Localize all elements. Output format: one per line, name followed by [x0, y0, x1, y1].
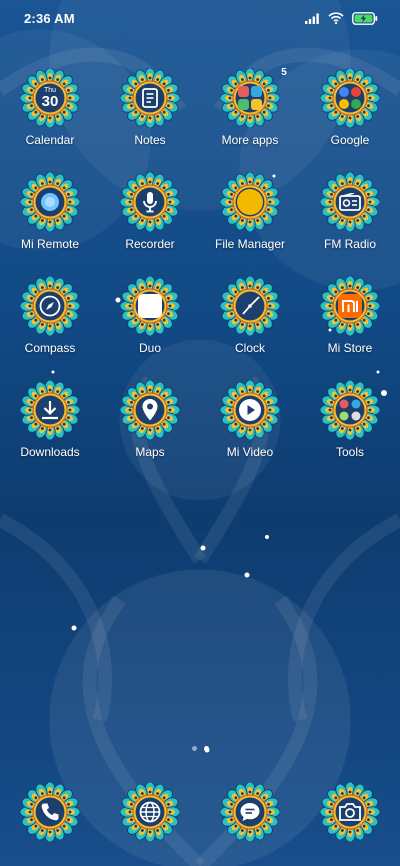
app-mi-remote[interactable]: Mi Remote [0, 172, 100, 252]
calendar-icon: Thu 30 [20, 68, 80, 128]
clock-icon [220, 276, 280, 336]
mi-remote-app-icon[interactable] [20, 172, 80, 232]
mi-store-icon [320, 276, 380, 336]
app-label: Notes [134, 133, 166, 147]
phone-icon [20, 782, 80, 842]
app-label: File Manager [214, 237, 286, 251]
app-label: FM Radio [323, 237, 376, 251]
app-downloads[interactable]: Downloads [0, 380, 100, 460]
dock-messages[interactable] [200, 782, 300, 842]
browser-app-icon[interactable] [120, 782, 180, 842]
mi-video-app-icon[interactable] [220, 380, 280, 440]
file-manager-icon [220, 172, 280, 232]
microphone-icon [120, 172, 180, 232]
google-folder-icon [320, 68, 380, 128]
app-mi-video[interactable]: Mi Video [200, 380, 300, 460]
app-label: Recorder [125, 237, 175, 251]
remote-icon [20, 172, 80, 232]
app-label: Downloads [20, 445, 80, 459]
app-label: Compass [24, 341, 76, 355]
app-maps[interactable]: Maps [100, 380, 200, 460]
app-clock[interactable]: Clock [200, 276, 300, 356]
app-notes[interactable]: Notes [100, 68, 200, 148]
app-label: Google [330, 133, 370, 147]
app-fm-radio[interactable]: FM Radio [300, 172, 400, 252]
play-icon [220, 380, 280, 440]
folder-icon [220, 68, 280, 128]
app-compass[interactable]: Compass [0, 276, 100, 356]
app-label: Maps [135, 445, 165, 459]
mi-store-app-icon[interactable] [320, 276, 380, 336]
app-recorder[interactable]: Recorder [100, 172, 200, 252]
app-label: More apps [221, 133, 279, 147]
page-dot-2[interactable] [203, 746, 209, 751]
status-bar: 2:36 AM [0, 0, 400, 36]
page-dot-1[interactable] [191, 746, 197, 751]
download-icon [20, 380, 80, 440]
app-tools[interactable]: Tools [300, 380, 400, 460]
dock-browser[interactable] [100, 782, 200, 842]
calendar-app-icon[interactable]: Thu 30 [20, 68, 80, 128]
clock-time: 2:36 AM [24, 10, 75, 26]
app-label: Mi Video [226, 445, 274, 459]
app-label: Duo [138, 341, 161, 355]
messages-app-icon[interactable] [220, 782, 280, 842]
dock [0, 782, 400, 842]
camera-app-icon[interactable] [320, 782, 380, 842]
google-app-icon[interactable] [320, 68, 380, 128]
downloads-app-icon[interactable] [20, 380, 80, 440]
recorder-app-icon[interactable] [120, 172, 180, 232]
duo-app-icon[interactable] [120, 276, 180, 336]
dock-camera[interactable] [300, 782, 400, 842]
tools-app-icon[interactable] [320, 380, 380, 440]
app-label: Clock [234, 341, 265, 355]
app-label: Mi Remote [20, 237, 79, 251]
app-grid: Thu 30 Calendar Notes 5 More apps Google… [0, 67, 400, 460]
app-mi-store[interactable]: Mi Store [300, 276, 400, 356]
app-google[interactable]: Google [300, 68, 400, 148]
notification-badge: 5 [281, 66, 287, 78]
wifi-icon [328, 12, 344, 24]
dock-phone[interactable] [0, 782, 100, 842]
file-manager-app-icon[interactable] [220, 172, 280, 232]
radio-icon [320, 172, 380, 232]
app-label: Tools [335, 445, 364, 459]
app-more-apps[interactable]: 5 More apps [200, 67, 300, 148]
app-label: Mi Store [327, 341, 373, 355]
calendar-day: 30 [41, 93, 59, 110]
map-pin-icon [120, 380, 180, 440]
app-duo[interactable]: Duo [100, 276, 200, 356]
signal-icon [305, 13, 320, 24]
app-label: Calendar [25, 133, 75, 147]
page-indicator [0, 746, 400, 751]
browser-icon [120, 782, 180, 842]
notes-icon [120, 68, 180, 128]
maps-app-icon[interactable] [120, 380, 180, 440]
battery-charging-icon [352, 11, 378, 25]
phone-app-icon[interactable] [20, 782, 80, 842]
more-apps-app-icon[interactable]: 5 [220, 67, 287, 128]
notes-app-icon[interactable] [120, 68, 180, 128]
messages-icon [220, 782, 280, 842]
app-calendar[interactable]: Thu 30 Calendar [0, 68, 100, 148]
compass-icon [20, 276, 80, 336]
app-file-manager[interactable]: File Manager [200, 172, 300, 252]
duo-icon [120, 276, 180, 336]
tools-folder-icon [320, 380, 380, 440]
fm-radio-app-icon[interactable] [320, 172, 380, 232]
clock-app-icon[interactable] [220, 276, 280, 336]
compass-app-icon[interactable] [20, 276, 80, 336]
camera-icon [320, 782, 380, 842]
